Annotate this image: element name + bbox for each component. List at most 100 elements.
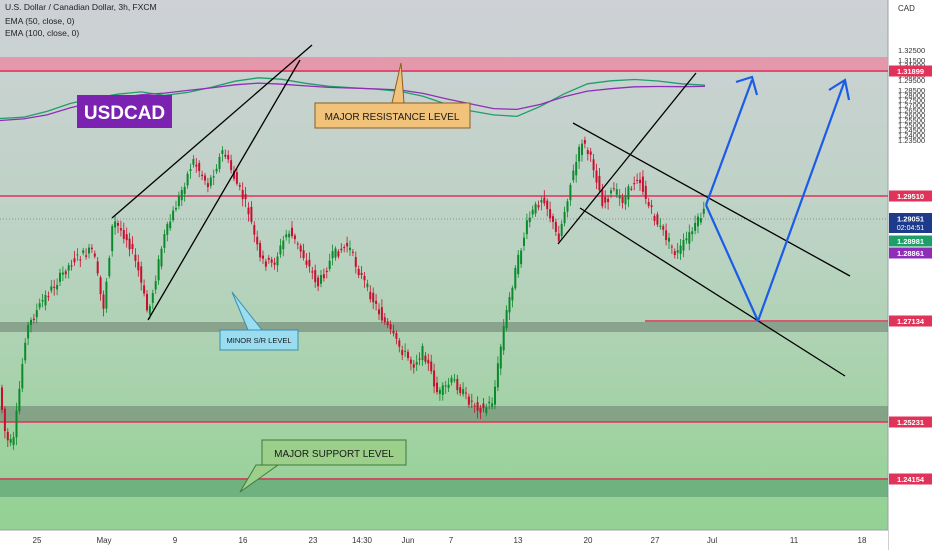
candle-body xyxy=(586,150,589,155)
candle-body xyxy=(589,151,592,155)
candle-body xyxy=(438,389,441,395)
candle-body xyxy=(424,355,427,362)
candle-body xyxy=(369,291,372,300)
candle-body xyxy=(285,234,288,238)
candle-body xyxy=(177,195,180,206)
candle-body xyxy=(88,247,90,254)
candle-body xyxy=(209,177,212,186)
candle-body xyxy=(299,245,302,252)
candle-body xyxy=(137,261,140,271)
support-zone-upper xyxy=(0,406,888,422)
plot-background xyxy=(0,0,888,530)
candle-body xyxy=(189,169,192,172)
candle-body xyxy=(53,286,56,288)
candle-body xyxy=(206,183,209,188)
candle-body xyxy=(328,260,331,269)
candle-body xyxy=(467,396,470,405)
candle-body xyxy=(163,234,166,248)
candle-body xyxy=(676,250,679,253)
candle-body xyxy=(604,196,607,203)
candle-body xyxy=(421,345,424,361)
candle-body xyxy=(450,377,453,383)
time-tick-label: 13 xyxy=(514,536,523,545)
price-badge-label: 1.31899 xyxy=(897,67,924,76)
candle-body xyxy=(346,242,349,247)
candle-body xyxy=(354,257,357,267)
price-tick-label: 1.29500 xyxy=(898,76,925,85)
price-chart: USDCAD MAJOR RESISTANCE LEVEL MINOR S/R LE… xyxy=(0,0,932,550)
chart-root: USDCAD MAJOR RESISTANCE LEVEL MINOR S/R LE… xyxy=(0,0,932,550)
candle-body xyxy=(409,359,412,364)
candle-body xyxy=(264,261,267,267)
candle-body xyxy=(552,216,554,222)
symbol-line: U.S. Dollar / Canadian Dollar, 3h, FXCM xyxy=(5,2,157,12)
candle-body xyxy=(224,154,227,157)
candle-body xyxy=(665,230,668,241)
candle-body xyxy=(441,385,444,395)
time-tick-label: 14:30 xyxy=(352,536,373,545)
candle-body xyxy=(395,333,398,339)
time-tick-label: 23 xyxy=(309,536,318,545)
candle-body xyxy=(433,370,436,387)
candle-body xyxy=(59,272,61,282)
candle-body xyxy=(241,189,244,200)
candle-body xyxy=(607,198,610,203)
candle-body xyxy=(540,200,543,203)
candle-body xyxy=(305,260,308,265)
candle-body xyxy=(296,243,299,245)
price-badge-label: 1.24154 xyxy=(897,475,925,484)
candle-body xyxy=(218,156,221,170)
candle-body xyxy=(125,234,128,241)
candle-body xyxy=(482,403,485,409)
candle-body xyxy=(697,216,699,227)
candle-body xyxy=(447,384,450,388)
candle-body xyxy=(641,176,644,192)
candle-body xyxy=(699,218,702,223)
candle-body xyxy=(407,351,409,359)
candle-body xyxy=(546,200,549,210)
time-tick-label: 9 xyxy=(173,536,178,545)
candle-body xyxy=(517,254,520,275)
candle-body xyxy=(334,248,337,258)
candle-body xyxy=(404,350,407,352)
candle-body xyxy=(679,245,682,254)
time-tick-label: 25 xyxy=(33,536,42,545)
candle-body xyxy=(592,159,595,171)
candle-body xyxy=(618,195,621,199)
candle-body xyxy=(99,277,102,295)
candle-body xyxy=(15,410,18,438)
candle-body xyxy=(244,194,247,200)
candle-body xyxy=(314,270,317,283)
candle-body xyxy=(380,307,383,321)
candle-body xyxy=(204,175,206,181)
candle-body xyxy=(673,251,676,256)
candle-body xyxy=(583,139,586,144)
candle-body xyxy=(639,179,641,184)
support-zone-lower xyxy=(0,478,888,497)
candle-body xyxy=(262,255,264,259)
candle-body xyxy=(50,286,53,291)
price-tick-label: 1.32500 xyxy=(898,46,925,55)
candle-body xyxy=(569,184,572,201)
candle-body xyxy=(601,189,604,207)
candle-body xyxy=(102,294,105,309)
candle-body xyxy=(230,160,233,171)
candle-body xyxy=(302,250,305,259)
candle-body xyxy=(543,197,546,204)
candle-body xyxy=(612,188,615,190)
candle-body xyxy=(615,189,618,195)
candle-body xyxy=(311,271,314,273)
candle-body xyxy=(317,277,320,287)
price-badge-label: 1.29051 xyxy=(897,215,924,224)
price-badge-sublabel: 02:04:51 xyxy=(897,225,924,232)
candle-body xyxy=(386,321,389,326)
candle-body xyxy=(430,361,433,372)
price-badge-label: 1.27134 xyxy=(897,317,925,326)
time-tick-label: 7 xyxy=(449,536,454,545)
candle-body xyxy=(320,275,322,284)
candle-body xyxy=(656,214,659,225)
candle-body xyxy=(508,297,511,313)
candle-body xyxy=(253,225,256,235)
candle-body xyxy=(67,265,70,271)
ema50-legend: EMA (50, close, 0) xyxy=(5,16,75,26)
